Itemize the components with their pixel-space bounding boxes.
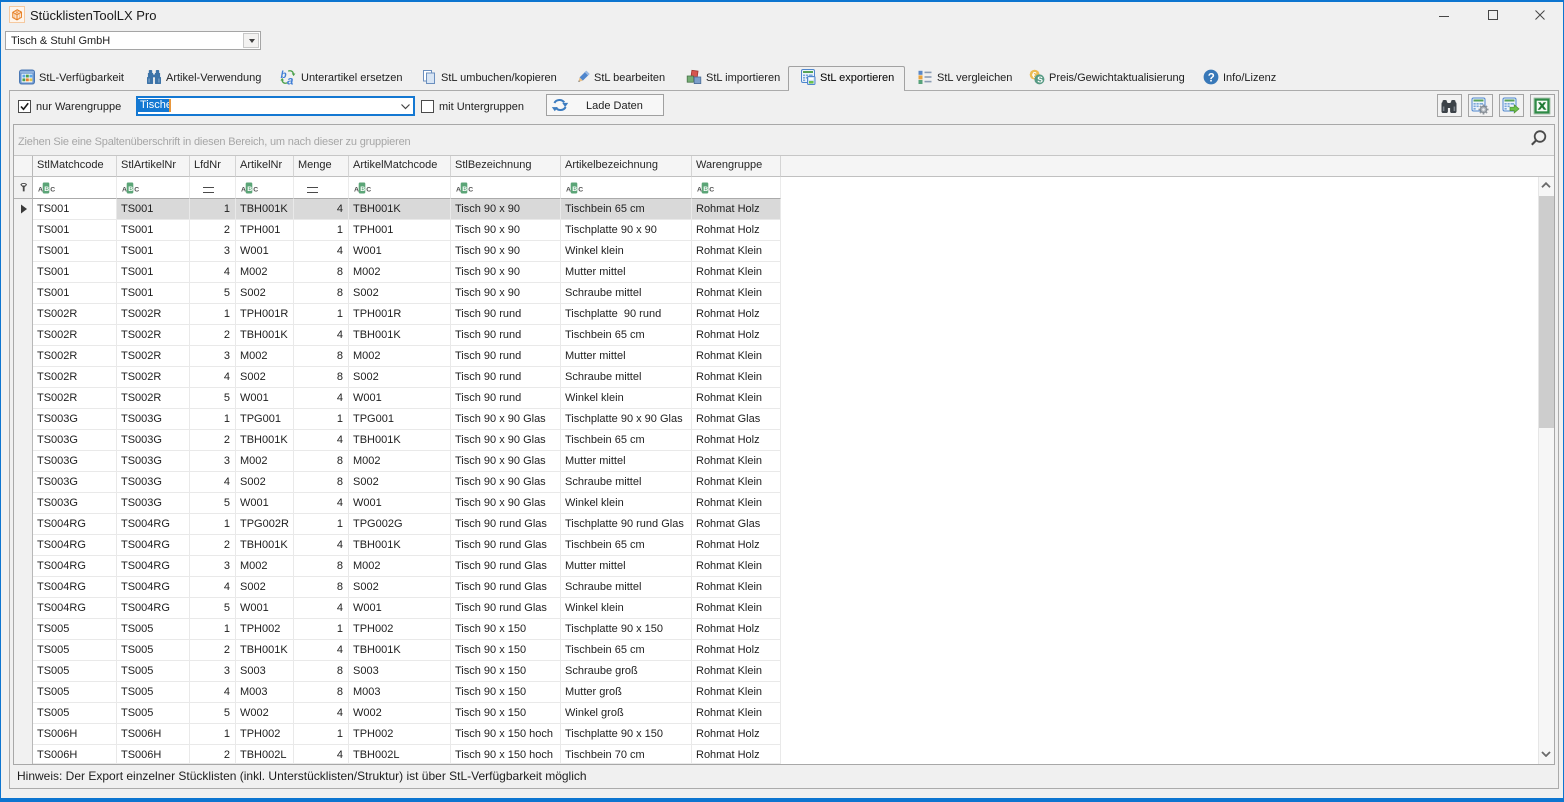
svg-text:S: S xyxy=(1037,75,1043,85)
svg-text:B: B xyxy=(128,186,133,193)
svg-text:B: B xyxy=(462,186,467,193)
svg-text:C: C xyxy=(709,187,714,194)
svg-text:C: C xyxy=(50,187,55,194)
svg-text:B: B xyxy=(703,186,708,193)
svg-text:B: B xyxy=(572,186,577,193)
svg-text:B: B xyxy=(44,186,49,193)
svg-text:a: a xyxy=(287,76,294,86)
svg-text:B: B xyxy=(360,186,365,193)
svg-text:A: A xyxy=(456,187,461,194)
svg-text:A: A xyxy=(566,187,571,194)
svg-text:C: C xyxy=(468,187,473,194)
svg-text:C: C xyxy=(134,187,139,194)
svg-text:?: ? xyxy=(1208,72,1215,84)
svg-text:A: A xyxy=(241,187,246,194)
svg-text:C: C xyxy=(253,187,258,194)
svg-text:A: A xyxy=(697,187,702,194)
svg-text:B: B xyxy=(247,186,252,193)
svg-text:C: C xyxy=(578,187,583,194)
svg-text:A: A xyxy=(122,187,127,194)
svg-text:A: A xyxy=(354,187,359,194)
svg-text:A: A xyxy=(38,187,43,194)
svg-text:C: C xyxy=(366,187,371,194)
